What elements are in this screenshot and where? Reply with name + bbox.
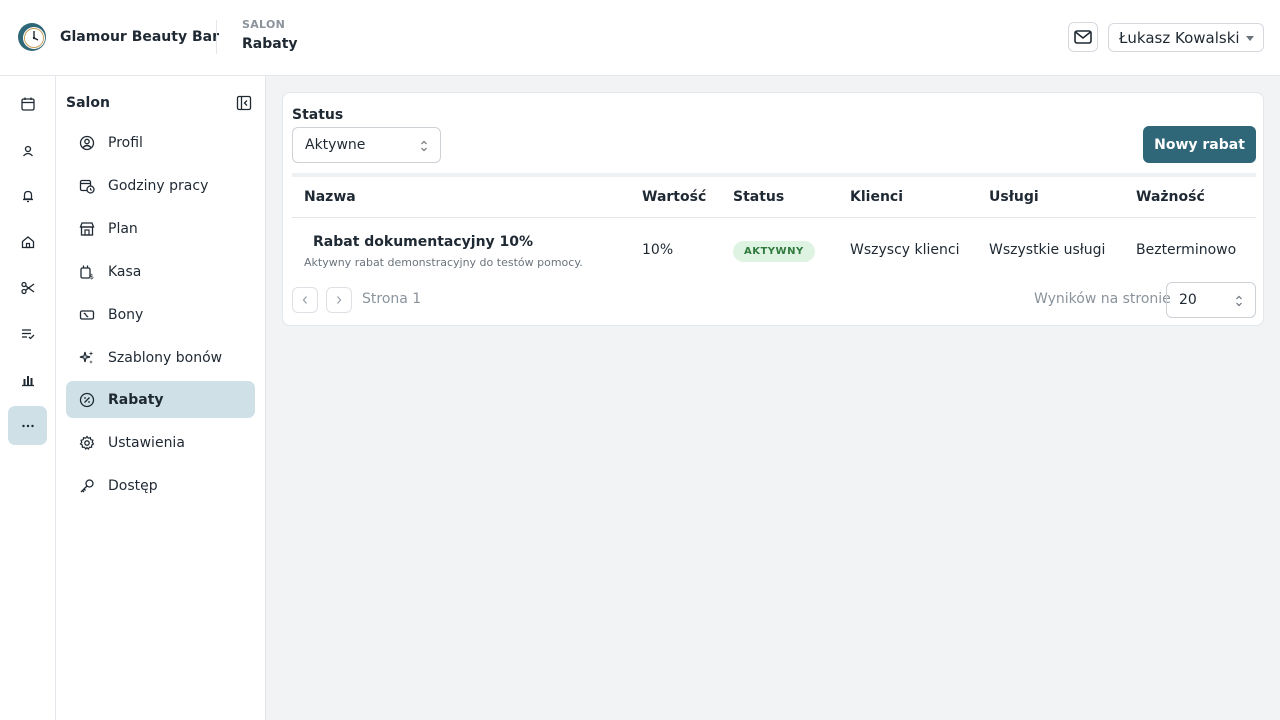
client-icon (22, 145, 33, 156)
next-page-button[interactable] (326, 287, 352, 313)
sidebar-item-bony[interactable]: Bony (66, 296, 255, 333)
icon-rail (0, 76, 56, 720)
messages-button[interactable] (1068, 22, 1098, 52)
home-icon (21, 235, 34, 248)
page-indicator: Strona 1 (362, 291, 422, 307)
table-top-border (292, 173, 1256, 177)
sidebar-item-godziny-pracy[interactable]: Godziny pracy (66, 167, 255, 204)
brand-name: Glamour Beauty Bar (60, 29, 219, 45)
sidebar-item-dostep[interactable]: Dostęp (66, 467, 255, 504)
status-filter-select[interactable]: Aktywne (292, 127, 441, 163)
calendar-icon (20, 97, 35, 111)
collapse-sidebar-icon[interactable] (236, 95, 252, 111)
sidebar-item-label: Rabaty (108, 391, 164, 408)
status-filter-value: Aktywne (305, 137, 366, 153)
rail-clients[interactable] (8, 131, 47, 170)
select-arrows-icon (1236, 295, 1242, 307)
sidebar-item-label: Bony (108, 306, 144, 323)
rail-tasks[interactable] (8, 314, 47, 353)
rail-reports[interactable] (8, 360, 47, 399)
salon-sidebar: Salon Profil Godziny pracy Plan $ Kasa B… (56, 76, 266, 720)
gear-icon (79, 435, 95, 451)
column-header-name[interactable]: Nazwa (304, 189, 356, 205)
store-icon (79, 221, 95, 237)
status-filter-label: Status (292, 107, 344, 123)
breadcrumb-section: SALON (242, 18, 286, 31)
discount-description: Aktywny rabat demonstracyjny do testów p… (304, 256, 583, 269)
discount-clients: Wszyscy klienci (850, 242, 960, 258)
previous-page-button[interactable] (292, 287, 318, 313)
sidebar-item-szablony-bonow[interactable]: Szablony bonów (66, 339, 255, 376)
column-header-services[interactable]: Usługi (989, 189, 1039, 205)
rail-calendar[interactable] (8, 84, 47, 123)
scissors-icon (20, 281, 34, 294)
select-arrows-icon (421, 140, 427, 152)
discounts-card: Status Aktywne Nowy rabat Nazwa Wartość … (282, 92, 1264, 326)
more-icon (21, 424, 34, 427)
clock-logo-icon (18, 23, 46, 51)
sidebar-item-kasa[interactable]: $ Kasa (66, 253, 255, 290)
per-page-value: 20 (1179, 292, 1197, 308)
rail-home[interactable] (8, 222, 47, 261)
sidebar-item-label: Kasa (108, 263, 142, 280)
key-icon (79, 478, 95, 494)
user-menu-button[interactable]: Łukasz Kowalski (1108, 23, 1264, 52)
sidebar-item-plan[interactable]: Plan (66, 210, 255, 247)
header-divider (216, 20, 217, 54)
rail-services[interactable] (8, 268, 47, 307)
chevron-right-icon (337, 296, 342, 304)
sidebar-item-rabaty[interactable]: Rabaty (66, 381, 255, 418)
user-name: Łukasz Kowalski (1119, 28, 1240, 47)
per-page-label: Wyników na stronie (1034, 291, 1171, 307)
mail-icon (1074, 30, 1092, 44)
checklist-icon (21, 328, 34, 339)
column-header-value[interactable]: Wartość (642, 189, 706, 205)
page-title: Rabaty (242, 36, 298, 52)
sidebar-item-label: Godziny pracy (108, 177, 209, 194)
voucher-icon (79, 307, 95, 323)
sidebar-item-ustawienia[interactable]: Ustawienia (66, 424, 255, 461)
discount-services: Wszystkie usługi (989, 242, 1106, 258)
rail-notifications[interactable] (8, 176, 47, 215)
discount-value: 10% (642, 242, 674, 258)
user-circle-icon (79, 135, 95, 151)
sidebar-title: Salon (66, 95, 110, 111)
sparkles-icon (79, 350, 95, 366)
discount-validity: Bezterminowo (1136, 242, 1237, 258)
calendar-clock-icon (79, 178, 95, 194)
svg-text:$: $ (90, 273, 94, 280)
new-discount-button[interactable]: Nowy rabat (1143, 126, 1256, 163)
chevron-down-icon (1246, 36, 1254, 41)
chevron-left-icon (302, 296, 307, 304)
sidebar-item-label: Plan (108, 220, 138, 237)
column-header-status[interactable]: Status (733, 189, 784, 205)
top-header: Glamour Beauty Bar SALON Rabaty Łukasz K… (0, 0, 1280, 76)
cash-register-icon: $ (79, 264, 95, 280)
column-header-validity[interactable]: Ważność (1136, 189, 1205, 205)
per-page-select[interactable]: 20 (1166, 282, 1256, 318)
sidebar-item-label: Profil (108, 134, 143, 151)
rail-more[interactable] (8, 406, 47, 445)
column-header-clients[interactable]: Klienci (850, 189, 903, 205)
discount-icon (79, 392, 95, 408)
table-header-divider (292, 217, 1256, 218)
discount-name[interactable]: Rabat dokumentacyjny 10% (313, 234, 533, 250)
chart-icon (21, 375, 34, 386)
sidebar-item-label: Dostęp (108, 477, 158, 494)
sidebar-item-label: Szablony bonów (108, 349, 223, 366)
status-badge: AKTYWNY (733, 241, 815, 262)
sidebar-item-label: Ustawienia (108, 434, 185, 451)
sidebar-item-profil[interactable]: Profil (66, 124, 255, 161)
bell-icon (22, 190, 33, 202)
